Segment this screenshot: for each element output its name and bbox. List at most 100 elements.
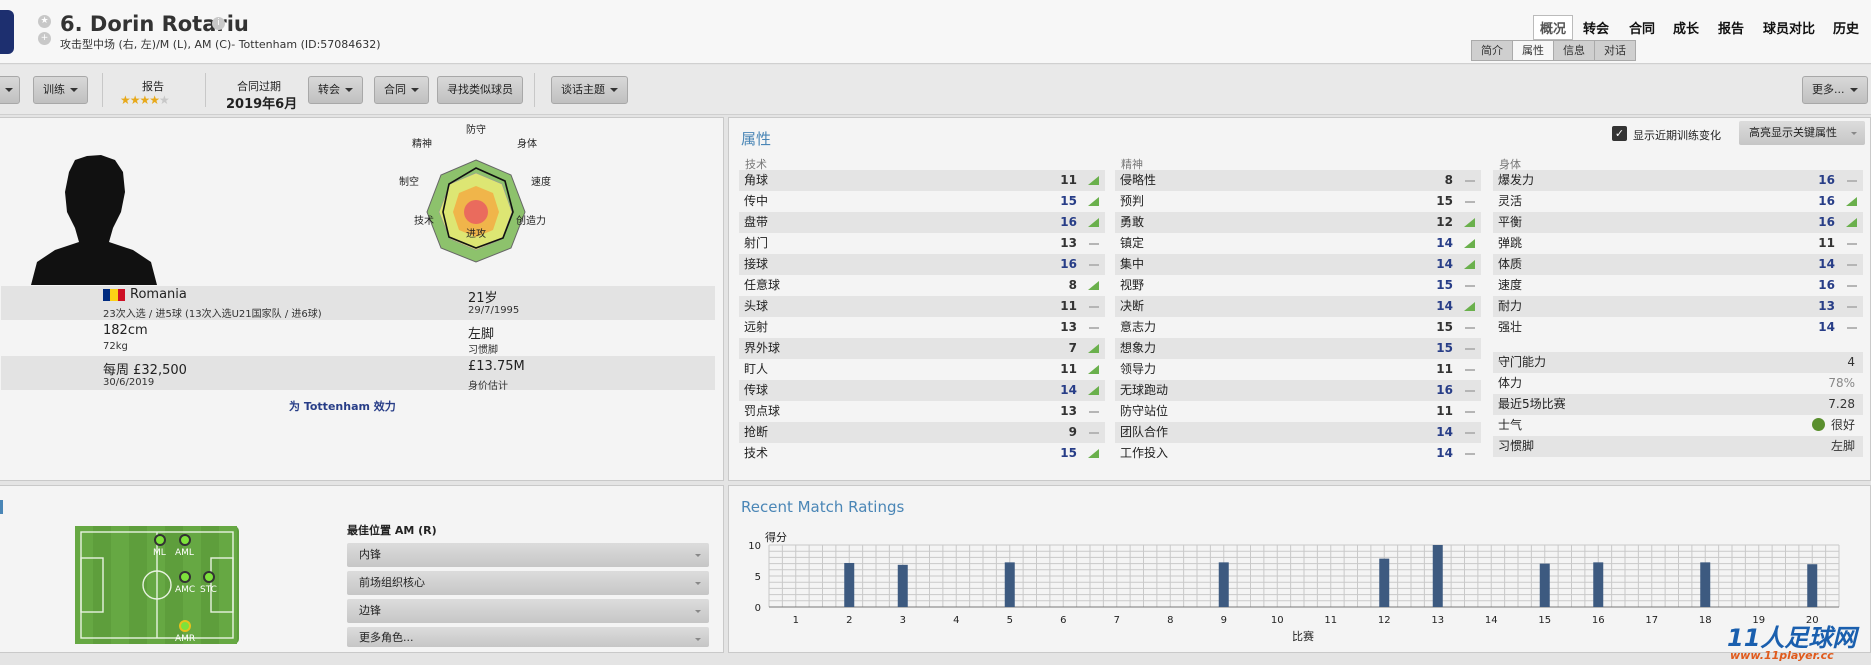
chart-xtick-label: 10 xyxy=(1271,615,1284,626)
role-advanced-playmaker[interactable]: 前场组织核心 xyxy=(347,571,709,595)
attribute-row[interactable]: 视野 15 xyxy=(1115,275,1481,296)
find-similar-button[interactable]: 寻找类似球员 xyxy=(437,76,523,104)
rating-bar[interactable] xyxy=(1004,562,1015,607)
chart-ytick-label: 5 xyxy=(755,572,761,583)
rating-bar[interactable] xyxy=(1432,545,1443,607)
nav-report[interactable]: 报告 xyxy=(1718,18,1744,37)
attribute-row[interactable]: 意志力 15 xyxy=(1115,317,1481,338)
chart-xtick-label: 6 xyxy=(1060,615,1066,626)
options-icon[interactable]: + xyxy=(38,32,51,45)
attribute-row[interactable]: 平衡 16 xyxy=(1493,212,1863,233)
rating-bar[interactable] xyxy=(1700,562,1711,607)
attribute-row[interactable]: 领导力 11 xyxy=(1115,359,1481,380)
attribute-value: 14 xyxy=(1818,320,1835,334)
chart-xtick-label: 4 xyxy=(953,615,959,626)
nav-overview[interactable]: 概况 xyxy=(1533,15,1574,40)
scout-rating[interactable]: ★★★★★ xyxy=(120,93,170,107)
chart-xtick-label: 1 xyxy=(793,615,799,626)
position-aml-dot[interactable] xyxy=(179,534,191,546)
attribute-row[interactable]: 团队合作 14 xyxy=(1115,422,1481,443)
more-button[interactable]: 更多... xyxy=(1802,76,1868,104)
attribute-row[interactable]: 盯人 11 xyxy=(739,359,1105,380)
nav-compare[interactable]: 球员对比 xyxy=(1763,18,1815,37)
attribute-row[interactable]: 射门 13 xyxy=(739,233,1105,254)
transfer-button[interactable]: 转会 xyxy=(308,76,363,104)
attribute-row[interactable]: 罚点球 13 xyxy=(739,401,1105,422)
attribute-row[interactable]: 侵略性 8 xyxy=(1115,170,1481,191)
attribute-row[interactable]: 无球跑动 16 xyxy=(1115,380,1481,401)
attribute-value: 13 xyxy=(1060,320,1077,334)
subtab-profile[interactable]: 简介 xyxy=(1472,41,1513,60)
attribute-row[interactable]: 传球 14 xyxy=(739,380,1105,401)
trend-flat-icon xyxy=(1089,327,1099,329)
attribute-row[interactable]: 传中 15 xyxy=(739,191,1105,212)
highlight-key-attributes-button[interactable]: 高亮显示关键属性 xyxy=(1739,121,1865,145)
rating-bar[interactable] xyxy=(897,564,908,607)
talk-topics-button[interactable]: 谈话主题 xyxy=(551,76,628,104)
attribute-row[interactable]: 抢断 9 xyxy=(739,422,1105,443)
role-more[interactable]: 更多角色... xyxy=(347,627,709,647)
role-label: 更多角色... xyxy=(359,631,414,644)
nav-history[interactable]: 历史 xyxy=(1833,18,1859,37)
training-button[interactable]: 训练 xyxy=(33,76,88,104)
radar-label-technique: 技术 xyxy=(414,216,434,227)
attribute-row[interactable]: 盘带 16 xyxy=(739,212,1105,233)
attribute-name: 领导力 xyxy=(1120,362,1157,376)
attribute-row[interactable]: 防守站位 11 xyxy=(1115,401,1481,422)
role-inside-forward[interactable]: 内锋 xyxy=(347,543,709,567)
nav-development[interactable]: 成长 xyxy=(1673,18,1699,37)
attribute-row[interactable]: 耐力 13 xyxy=(1493,296,1863,317)
attribute-row[interactable]: 技术 15 xyxy=(739,443,1105,464)
position-amr-dot[interactable] xyxy=(179,620,191,632)
position-ml-dot[interactable] xyxy=(154,534,166,546)
subtab-talks[interactable]: 对话 xyxy=(1595,41,1635,60)
position-stc-dot[interactable] xyxy=(203,571,215,583)
nav-contract[interactable]: 合同 xyxy=(1629,18,1655,37)
trend-flat-icon xyxy=(1465,369,1475,371)
extra-attribute-name: 体力 xyxy=(1498,376,1523,390)
attribute-name: 耐力 xyxy=(1498,299,1523,313)
rating-bar[interactable] xyxy=(1539,563,1550,607)
attribute-row[interactable]: 集中 14 xyxy=(1115,254,1481,275)
attribute-row[interactable]: 任意球 8 xyxy=(739,275,1105,296)
rating-bar[interactable] xyxy=(1379,558,1390,607)
attribute-row[interactable]: 接球 16 xyxy=(739,254,1105,275)
attribute-row[interactable]: 预判 15 xyxy=(1115,191,1481,212)
attribute-row[interactable]: 强壮 14 xyxy=(1493,317,1863,338)
attribute-row[interactable]: 头球 11 xyxy=(739,296,1105,317)
attribute-row[interactable]: 体质 14 xyxy=(1493,254,1863,275)
subtab-attributes[interactable]: 属性 xyxy=(1513,41,1554,60)
attribute-row[interactable]: 界外球 7 xyxy=(739,338,1105,359)
attribute-row[interactable]: 远射 13 xyxy=(739,317,1105,338)
attribute-row[interactable]: 爆发力 16 xyxy=(1493,170,1863,191)
position-amc-dot[interactable] xyxy=(179,571,191,583)
plays-for-link[interactable]: 为 Tottenham 效力 xyxy=(289,398,396,414)
subtab-info[interactable]: 信息 xyxy=(1554,41,1595,60)
rating-bar[interactable] xyxy=(1218,562,1229,607)
show-training-checkbox[interactable]: ✓ xyxy=(1612,126,1627,141)
rating-bar[interactable] xyxy=(1593,562,1604,607)
player-silhouette-icon xyxy=(31,155,157,285)
contract-button[interactable]: 合同 xyxy=(374,76,429,104)
extra-attribute-value: 4 xyxy=(1847,355,1855,369)
attribute-row[interactable]: 角球 11 xyxy=(739,170,1105,191)
attribute-row[interactable]: 想象力 15 xyxy=(1115,338,1481,359)
attribute-name: 勇敢 xyxy=(1120,215,1145,229)
squad-button[interactable] xyxy=(0,76,20,104)
attribute-value: 11 xyxy=(1436,404,1453,418)
info-icon[interactable]: i xyxy=(212,17,225,30)
rating-bar[interactable] xyxy=(1807,564,1818,607)
attribute-row[interactable]: 勇敢 12 xyxy=(1115,212,1481,233)
attribute-row[interactable]: 工作投入 14 xyxy=(1115,443,1481,464)
attribute-row[interactable]: 速度 16 xyxy=(1493,275,1863,296)
attribute-row[interactable]: 决断 14 xyxy=(1115,296,1481,317)
position-amc-label: AMC xyxy=(175,585,196,595)
nav-transfer[interactable]: 转会 xyxy=(1583,18,1609,37)
favourite-icon[interactable]: ★ xyxy=(38,15,51,28)
role-winger[interactable]: 边锋 xyxy=(347,599,709,623)
attribute-row[interactable]: 镇定 14 xyxy=(1115,233,1481,254)
rating-bar[interactable] xyxy=(844,562,855,607)
attribute-row[interactable]: 弹跳 11 xyxy=(1493,233,1863,254)
attribute-value: 16 xyxy=(1060,257,1077,271)
attribute-row[interactable]: 灵活 16 xyxy=(1493,191,1863,212)
